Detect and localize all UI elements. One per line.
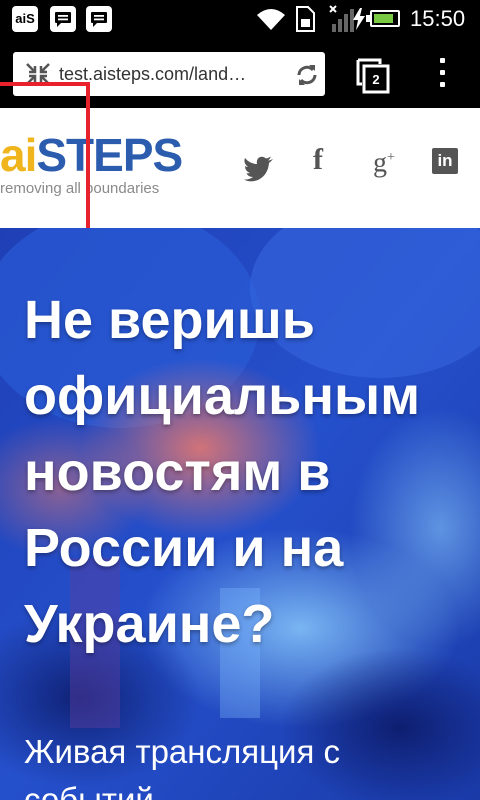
facebook-icon[interactable]: f [306, 140, 330, 176]
app-ais-label: aiS [15, 11, 35, 26]
url-bar[interactable]: test.aisteps.com/land… [13, 52, 325, 96]
linkedin-icon[interactable]: in [432, 148, 458, 174]
app-ais-icon: aiS [12, 6, 38, 32]
charging-icon [353, 8, 365, 30]
battery-icon [370, 10, 400, 27]
site-header: aiSTEPS removing all boundaries f g+ in [0, 108, 480, 228]
logo-ai: ai [0, 129, 37, 181]
logo-steps: STEPS [36, 129, 183, 181]
wifi-icon [257, 9, 285, 30]
hero-subtitle: Живая трансляция с событий [24, 733, 340, 800]
logo-wordmark: aiSTEPS [0, 129, 183, 181]
status-bar: aiS 15:50 [0, 0, 480, 38]
logo-tagline: removing all boundaries [0, 180, 160, 197]
google-plus-icon[interactable]: g+ [366, 138, 402, 178]
reload-icon[interactable] [293, 61, 321, 89]
site-logo[interactable]: aiSTEPS removing all boundaries [0, 130, 190, 200]
url-text[interactable]: test.aisteps.com/land… [59, 63, 289, 85]
google-plus-letter: g [373, 147, 388, 179]
status-time: 15:50 [410, 6, 466, 31]
google-plus-sign: + [387, 150, 395, 165]
hero-title: Не веришь официальным новостям в России … [24, 290, 421, 654]
battery-level [374, 14, 393, 23]
tabs-button[interactable]: 2 [352, 56, 392, 96]
tabs-count: 2 [372, 72, 380, 87]
chat-message-icon [86, 6, 112, 32]
twitter-icon[interactable] [244, 150, 274, 186]
sim-card-icon [296, 6, 315, 32]
menu-dot [440, 58, 445, 63]
hero-section: Не веришь официальным новостям в России … [0, 228, 480, 800]
browser-toolbar: test.aisteps.com/land… 2 [0, 38, 480, 108]
menu-dot [440, 70, 445, 75]
chat-message-icon [50, 6, 76, 32]
phone-screen: aiS 15:50 test.aisteps.com/land… 2 aiSTE… [0, 0, 480, 800]
collapse-arrows-icon[interactable] [25, 62, 51, 86]
menu-dot [440, 82, 445, 87]
menu-button[interactable] [430, 58, 456, 92]
